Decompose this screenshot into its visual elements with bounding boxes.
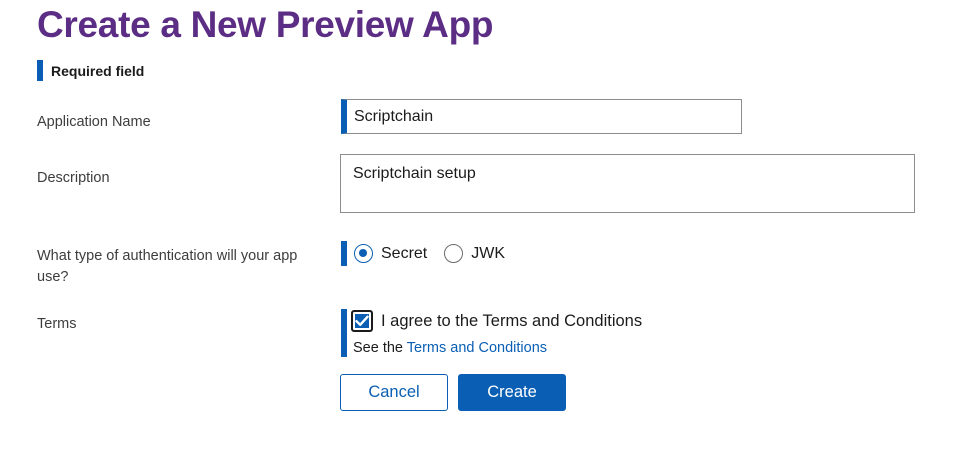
authentication-radio-group: Secret JWK (341, 241, 522, 266)
required-field-text: Required field (51, 62, 145, 79)
terms-label: Terms (37, 316, 77, 332)
terms-see-text: See the Terms and Conditions (353, 340, 547, 356)
terms-agree-label[interactable]: I agree to the Terms and Conditions (381, 312, 642, 331)
radio-jwk[interactable]: JWK (444, 244, 505, 263)
required-indicator-bar (341, 309, 347, 357)
checkmark-icon (355, 315, 369, 326)
required-indicator-bar (341, 241, 347, 266)
radio-secret-label[interactable]: Secret (381, 245, 427, 263)
terms-agree-checkbox[interactable] (351, 310, 373, 332)
terms-see-prefix: See the (353, 340, 403, 356)
terms-and-conditions-link[interactable]: Terms and Conditions (407, 340, 547, 356)
terms-group: I agree to the Terms and Conditions See … (341, 309, 741, 357)
page-title: Create a New Preview App (37, 4, 494, 45)
authentication-type-label: What type of authentication will your ap… (37, 248, 298, 285)
radio-secret[interactable]: Secret (354, 244, 427, 263)
radio-secret-button[interactable] (354, 244, 373, 263)
description-textarea[interactable]: Scriptchain setup (340, 154, 915, 213)
radio-jwk-label[interactable]: JWK (471, 245, 505, 263)
required-field-note: Required field (37, 60, 144, 81)
required-indicator-bar (37, 60, 43, 81)
cancel-button[interactable]: Cancel (340, 374, 448, 411)
application-name-input[interactable] (341, 99, 742, 134)
create-preview-app-form: Create a New Preview App Required field … (0, 0, 977, 456)
create-button[interactable]: Create (458, 374, 566, 411)
terms-agree-checkbox-row[interactable]: I agree to the Terms and Conditions (351, 310, 642, 332)
application-name-label: Application Name (37, 114, 151, 130)
description-label: Description (37, 170, 110, 186)
radio-jwk-button[interactable] (444, 244, 464, 263)
